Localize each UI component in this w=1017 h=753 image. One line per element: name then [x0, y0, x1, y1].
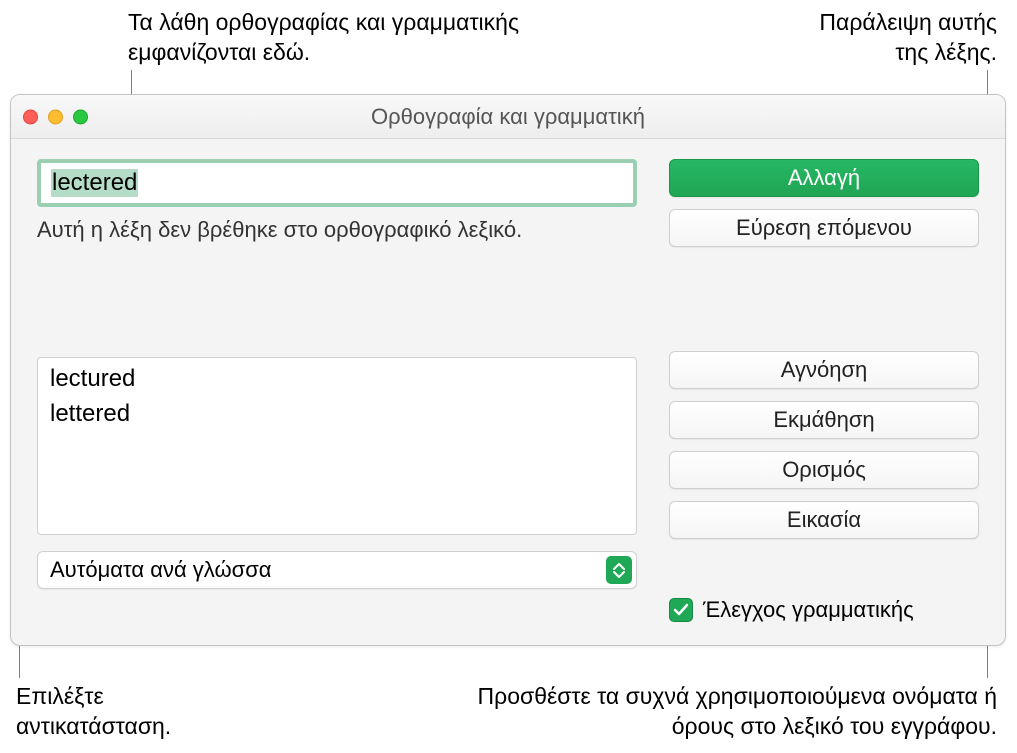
close-icon[interactable] — [23, 109, 38, 124]
annotation-errors-here: Τα λάθη ορθογραφίας και γραμματικής εμφα… — [128, 8, 548, 68]
list-item[interactable]: lectured — [38, 362, 636, 397]
annotation-select-replacement: Επιλέξτε αντικατάσταση. — [16, 682, 236, 742]
suggestions-list[interactable]: lectured lettered — [37, 357, 637, 535]
learn-button[interactable]: Εκμάθηση — [669, 401, 979, 439]
chevron-up-down-icon — [606, 556, 632, 584]
titlebar: Ορθογραφία και γραμματική — [11, 95, 1005, 139]
window-controls — [23, 109, 88, 124]
define-button[interactable]: Ορισμός — [669, 451, 979, 489]
minimize-icon[interactable] — [48, 109, 63, 124]
list-item[interactable]: lettered — [38, 397, 636, 432]
grammar-check-label: Έλεγχος γραμματικής — [703, 597, 914, 623]
not-found-hint: Αυτή η λέξη δεν βρέθηκε στο ορθογραφικό … — [37, 217, 637, 243]
zoom-icon[interactable] — [73, 109, 88, 124]
spelling-grammar-window: Ορθογραφία και γραμματική lectered Αυτή … — [10, 94, 1006, 646]
checkbox-checked-icon[interactable] — [669, 598, 693, 622]
change-button[interactable]: Αλλαγή — [669, 159, 979, 197]
misspelled-word-field[interactable]: lectered — [37, 159, 637, 207]
ignore-button[interactable]: Αγνόηση — [669, 351, 979, 389]
find-next-button[interactable]: Εύρεση επόμενου — [669, 209, 979, 247]
language-select[interactable]: Αυτόματα ανά γλώσσα — [37, 551, 637, 589]
misspelled-word-text: lectered — [51, 169, 138, 197]
annotation-skip-word: Παράλειψη αυτής της λέξης. — [797, 8, 997, 68]
annotation-add-to-dictionary: Προσθέστε τα συχνά χρησιμοποιούμενα ονόμ… — [437, 682, 997, 742]
grammar-check-row[interactable]: Έλεγχος γραμματικής — [669, 597, 979, 623]
window-title: Ορθογραφία και γραμματική — [371, 104, 645, 130]
guess-button[interactable]: Εικασία — [669, 501, 979, 539]
language-select-value: Αυτόματα ανά γλώσσα — [50, 557, 272, 583]
